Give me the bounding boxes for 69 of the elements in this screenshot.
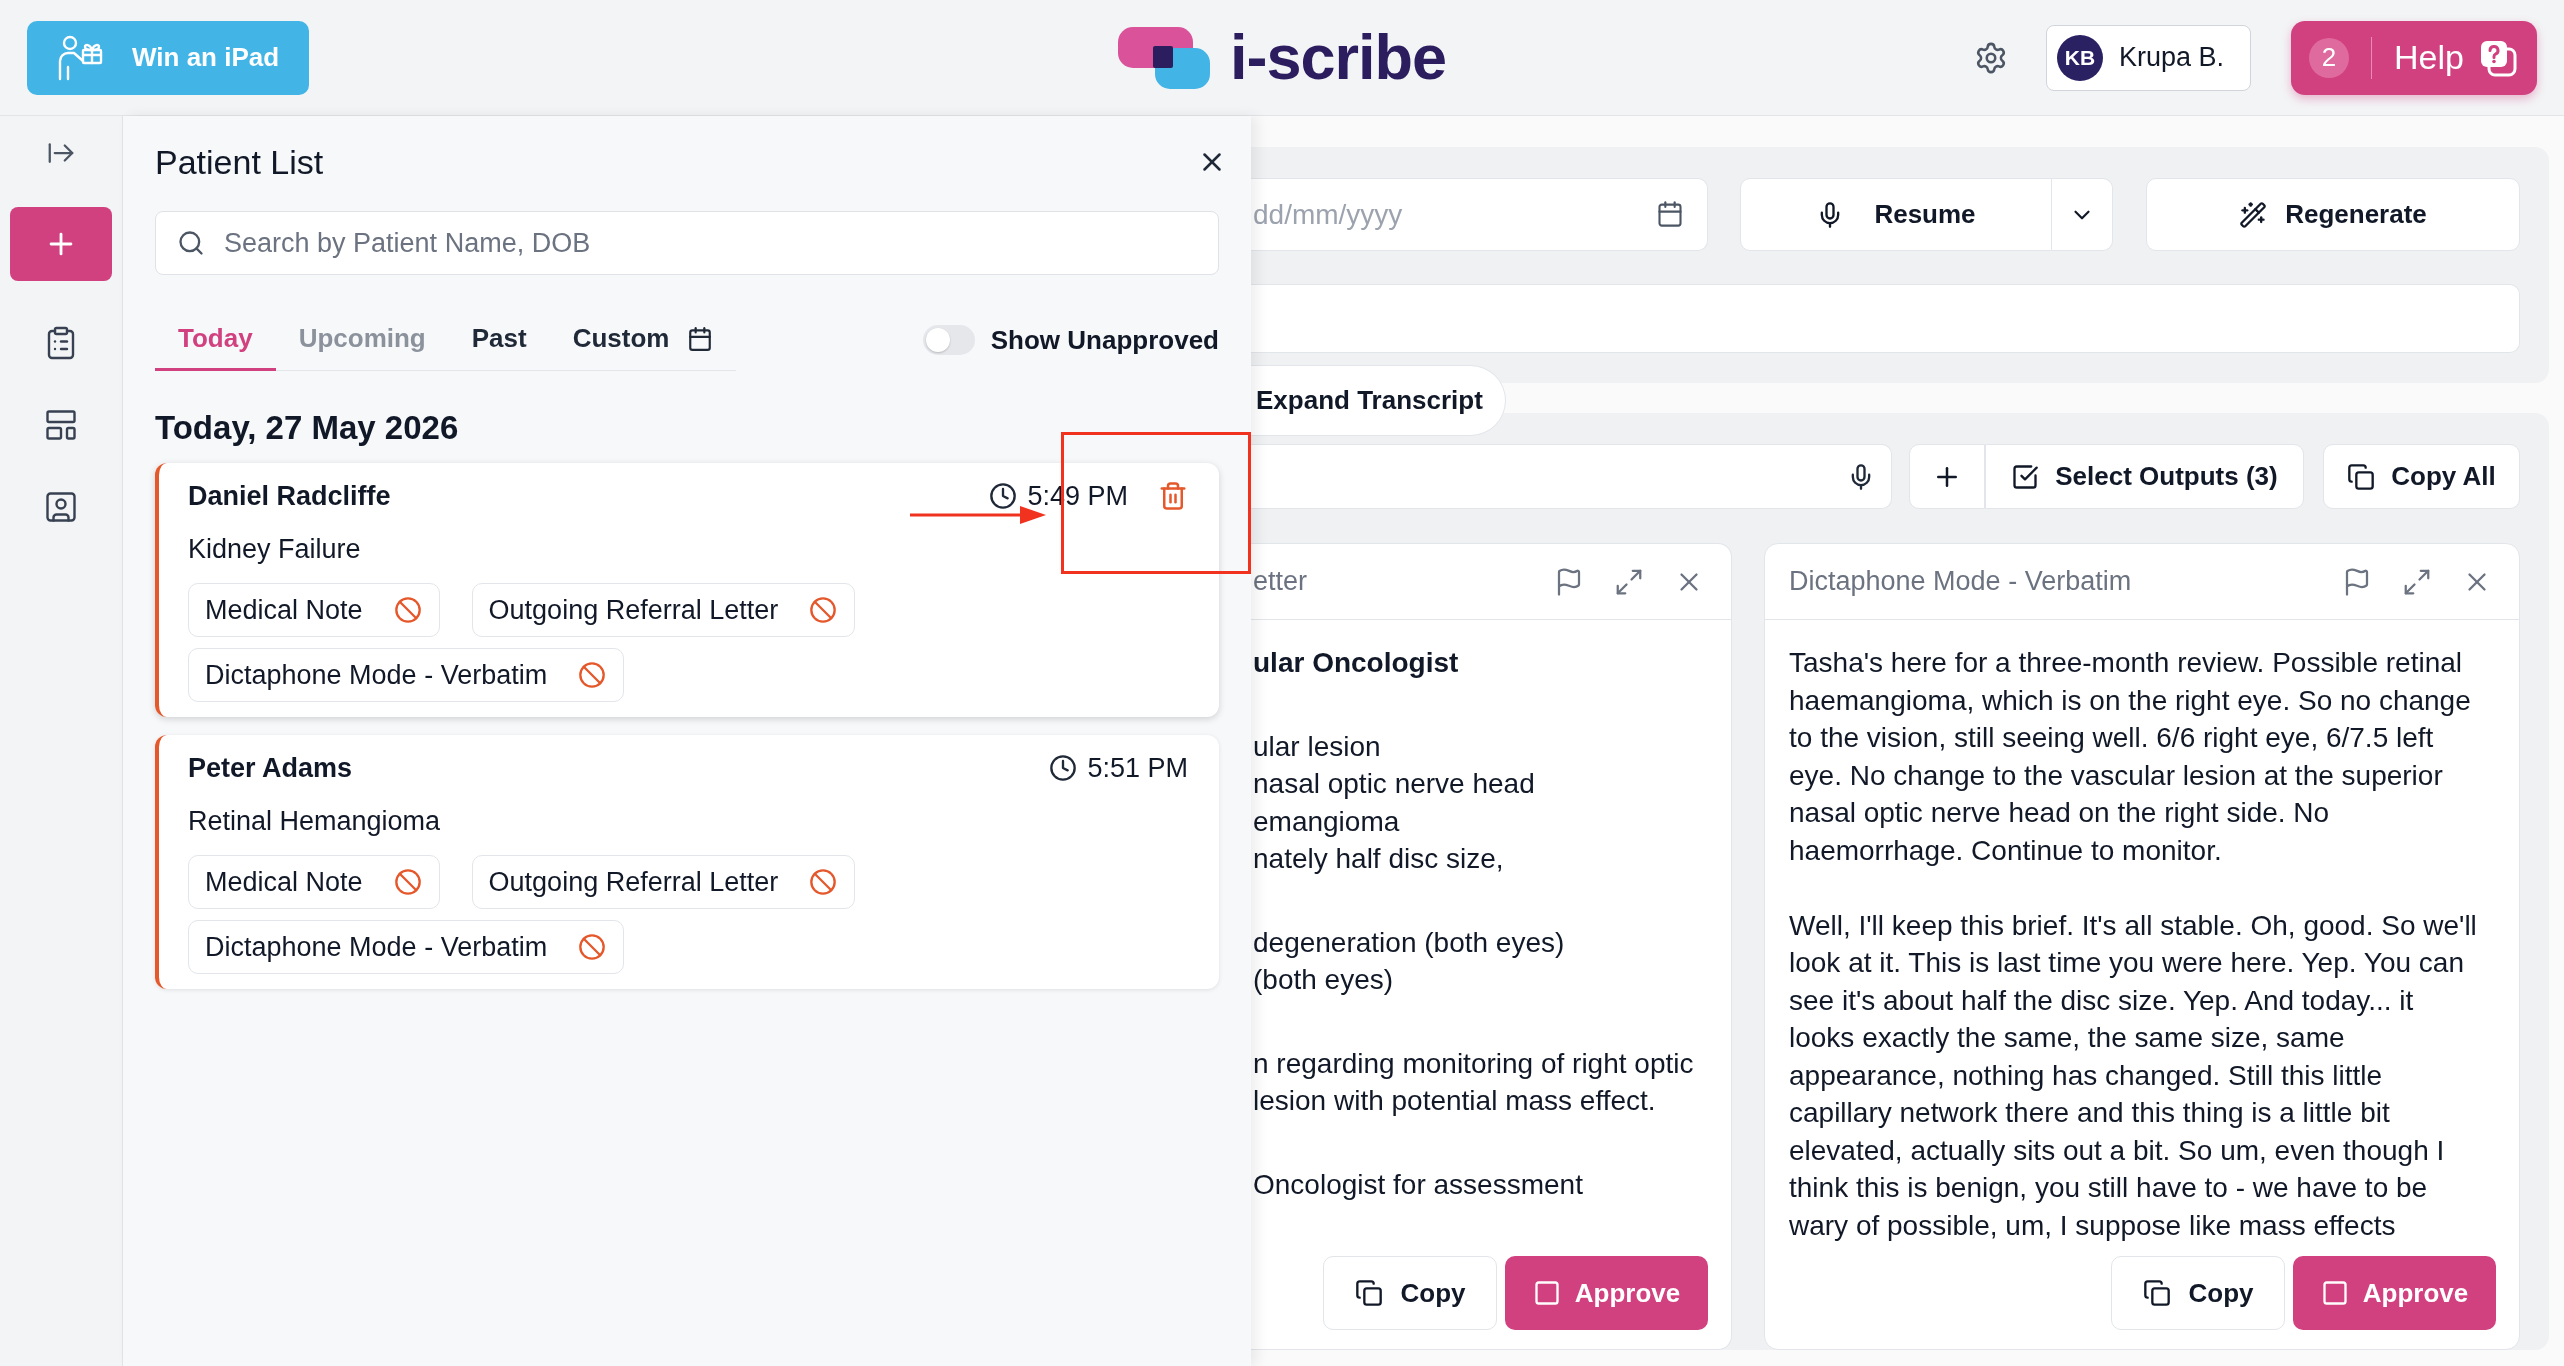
diagnosis: Retinal Hemangioma <box>188 805 442 837</box>
regenerate-button[interactable]: Regenerate <box>2146 178 2520 251</box>
search-field[interactable]: Search by Patient Name, DOB <box>155 211 1219 275</box>
input-field[interactable] <box>1251 444 1892 509</box>
person-gift-icon <box>57 34 103 81</box>
patient-name: Peter Adams <box>188 751 353 785</box>
panel-title: Patient List <box>155 142 324 182</box>
calendar-icon <box>687 325 714 352</box>
appointment-time: 5:51 PM <box>1087 751 1188 785</box>
clock-icon <box>1049 754 1078 782</box>
checkbox-icon <box>2011 462 2040 491</box>
approve-button[interactable]: Approve <box>2293 1256 2496 1330</box>
copy-icon <box>1354 1279 1383 1307</box>
settings-icon[interactable] <box>1974 40 2008 75</box>
copy-button[interactable]: Copy <box>1323 1256 1497 1330</box>
resume-button[interactable]: Resume <box>1740 178 2052 251</box>
tab[interactable]: Today <box>155 309 276 371</box>
letter-line: ular lesion <box>1253 729 1381 764</box>
date-heading: Today, 27 May 2026 <box>155 408 460 448</box>
layout-icon[interactable] <box>43 407 79 443</box>
help-icon <box>2479 38 2517 77</box>
calendar-icon[interactable] <box>1656 200 1684 228</box>
help-button[interactable]: 2 Help <box>2291 20 2537 95</box>
patient-card[interactable]: Peter Adams 5:51 PM Retinal Hemangioma Medical Note Outgoing Referral Letter Dictaphone Mode - Verbatim <box>155 735 1219 989</box>
document-label: Outgoing Referral Letter <box>488 865 779 899</box>
user-menu[interactable]: KB Krupa B. <box>2046 24 2251 91</box>
delete-icon[interactable] <box>1158 481 1188 511</box>
document-label: Dictaphone Mode - Verbatim <box>205 658 548 692</box>
patient-name: Daniel Radcliffe <box>188 479 391 513</box>
card-title: etter <box>1253 565 1308 599</box>
user-avatar: KB <box>2057 34 2103 81</box>
annotation-arrow-icon <box>910 504 1046 526</box>
copy-icon <box>2142 1279 2171 1307</box>
document-label: Outgoing Referral Letter <box>488 593 779 627</box>
copy-all-button[interactable]: Copy All <box>2323 444 2520 509</box>
toggle-switch[interactable] <box>922 325 975 355</box>
select-outputs-button[interactable]: Select Outputs (3) <box>1985 444 2304 509</box>
diagnosis: Kidney Failure <box>188 533 362 565</box>
document-label: Medical Note <box>205 865 363 899</box>
letter-line: nasal optic nerve head <box>1253 767 1535 801</box>
letter-heading: ular Oncologist <box>1253 646 1459 680</box>
document-label: Medical Note <box>205 593 363 627</box>
copy-button[interactable]: Copy <box>2111 1256 2285 1330</box>
search-icon <box>177 229 205 257</box>
letter-line: degeneration (both eyes) <box>1253 925 1565 960</box>
transcript-paragraph: Tasha's here for a three-month review. Possible retinal haemangioma, which is on the right eye. So no change to the vision, still seeing well. 6/6 right eye, 6/7.5 left eye. No change to the vascular lesion at the superior nasal optic nerve head on the right side. No haemorrhage. Continue to monitor. <box>1789 646 2472 868</box>
tab[interactable]: Past <box>448 309 550 371</box>
input-field[interactable] <box>1251 284 2520 353</box>
date-field[interactable]: dd/mm/yyyy <box>1251 178 1708 251</box>
document-label: Dictaphone Mode - Verbatim <box>205 930 548 964</box>
letter-line: n regarding monitoring of right optic <box>1253 1046 1694 1081</box>
notification-badge: 2 <box>2309 37 2349 78</box>
approve-button[interactable]: Approve <box>1505 1256 1708 1330</box>
toggle-label: Show Unapproved <box>990 323 1219 357</box>
logo-text: i-scribe <box>1229 26 1447 89</box>
transcript-paragraph: Well, I'll keep this brief. It's all stable. Oh, good. So we'll look at it. This is last time you were here. Yep. You can see it's about half the disc size. Yep. And today... it looks exactly the same, the same size, same appearance, nothing has changed. Still this little capillary network there and this thing is a little bit elevated, actually sits out a bit. So um, even though I think this is benign, you still have to - we have to be wary of possible, um, I suppose like mass effects <box>1789 908 2478 1243</box>
letter-line: lesion with potential mass effect. <box>1253 1084 1656 1118</box>
copy-icon <box>2347 462 2376 491</box>
expand-transcript-button[interactable]: Expand Transcript <box>1251 365 1506 436</box>
logo-icon <box>1117 26 1210 89</box>
letter-line: nately half disc size, <box>1253 842 1504 876</box>
card-title: Dictaphone Mode - Verbatim <box>1789 565 2132 599</box>
magic-wand-icon <box>2239 200 2268 229</box>
letter-line: emangioma <box>1253 804 1400 839</box>
letter-line: (both eyes) <box>1253 963 1394 997</box>
user-square-icon[interactable] <box>43 489 79 525</box>
clock-icon <box>989 482 1018 510</box>
tab[interactable]: Custom <box>549 309 737 371</box>
letter-line: Oncologist for assessment <box>1253 1167 1583 1202</box>
